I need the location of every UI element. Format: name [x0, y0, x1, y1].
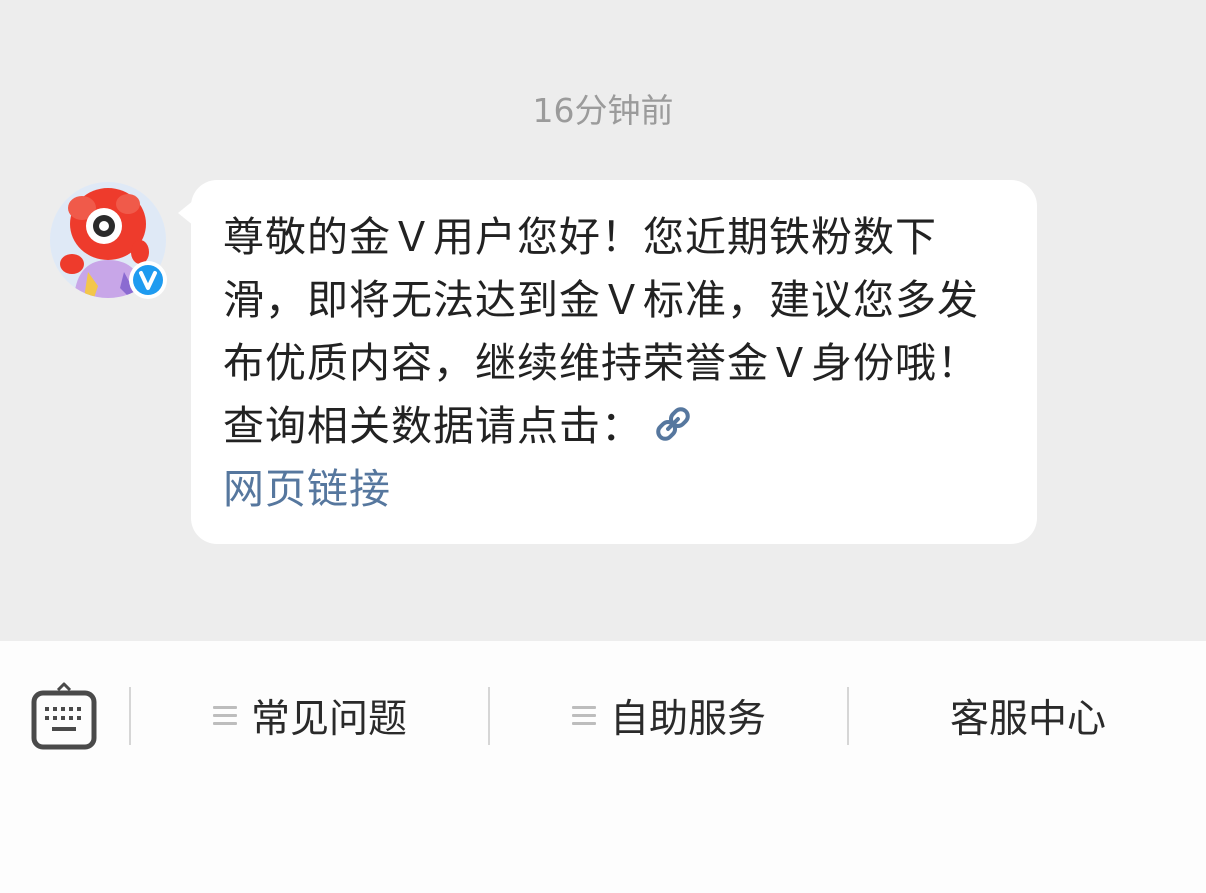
self-service-menu-button[interactable]: 自助服务: [490, 683, 848, 749]
message-body: 尊敬的金Ｖ用户您好！您近期铁粉数下滑，即将无法达到金Ｖ标准，建议您多发布优质内容…: [223, 206, 987, 521]
verified-badge-icon: [129, 261, 167, 299]
link-icon[interactable]: [651, 402, 695, 446]
chat-area: 16分钟前 尊敬的金Ｖ用户您好！您近期铁粉数下滑，即将无法达到金Ｖ标准，建议您多…: [0, 0, 1206, 641]
menu-icon: [212, 706, 237, 726]
keyboard-toggle-button[interactable]: [28, 681, 100, 753]
customer-service-menu-button[interactable]: 客服中心: [849, 683, 1206, 749]
message-timestamp: 16分钟前: [532, 91, 674, 130]
faq-menu-label: 常见问题: [250, 697, 407, 742]
message-text: 尊敬的金Ｖ用户您好！您近期铁粉数下滑，即将无法达到金Ｖ标准，建议您多发布优质内容…: [223, 213, 979, 450]
bottom-menu-bar: 常见问题 自助服务 客服中心: [0, 641, 1206, 793]
customer-service-menu-label: 客服中心: [949, 697, 1106, 742]
faq-menu-button[interactable]: 常见问题: [131, 683, 489, 749]
avatar[interactable]: [50, 182, 167, 299]
message-bubble: 尊敬的金Ｖ用户您好！您近期铁粉数下滑，即将无法达到金Ｖ标准，建议您多发布优质内容…: [191, 180, 1037, 544]
web-link[interactable]: 网页链接: [223, 465, 391, 513]
keyboard-icon: [31, 682, 97, 750]
menu-icon: [571, 706, 596, 726]
self-service-menu-label: 自助服务: [609, 697, 766, 742]
